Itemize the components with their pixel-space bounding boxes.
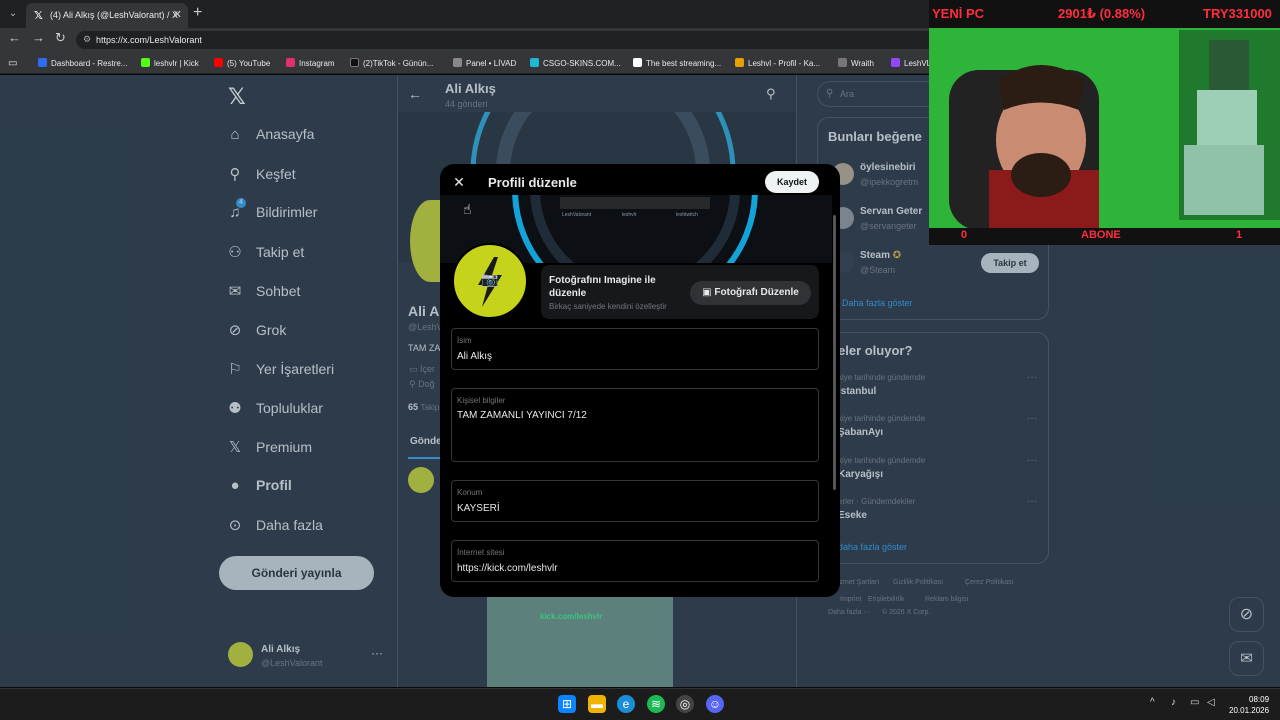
website-field-value[interactable]: https://kick.com/leshvlr (457, 563, 558, 574)
imagine-subtitle: Birkaç saniyede kendini özelleştir (549, 302, 667, 311)
bookmark-item[interactable]: Leshvl - Profil - Ka... (735, 58, 820, 68)
bookmark-item[interactable]: Instagram (286, 58, 335, 68)
bookmark-item[interactable]: leshvlr | Kick (141, 58, 199, 68)
tab-search-button[interactable]: ⌄ (4, 5, 22, 23)
modal-scrollbar[interactable] (833, 215, 836, 490)
windows-start-icon[interactable]: ⊞ (558, 695, 576, 713)
bookmark-item[interactable]: Panel • LİVAD (453, 58, 516, 68)
reload-icon[interactable]: ↻ (55, 30, 66, 46)
name-field-value[interactable]: Ali Alkış (457, 351, 492, 362)
bookmark-favicon-icon (735, 58, 744, 67)
bookmark-item[interactable]: (2)TikTok - Günün... (350, 58, 433, 68)
bio-field-label: Kişisel bilgiler (457, 396, 506, 405)
bio-field-value[interactable]: TAM ZAMANLI YAYINCI 7/12 (457, 410, 587, 421)
bookmark-item[interactable]: The best streaming... (633, 58, 721, 68)
bookmark-favicon-icon (530, 58, 539, 67)
website-field-label: İnternet sitesi (457, 548, 505, 557)
webcam-counter-left: 0 (961, 229, 968, 241)
name-field-label: İsim (457, 336, 472, 345)
close-icon[interactable]: ✕ (450, 173, 468, 191)
webcam-label-right: TRY331000 (1203, 6, 1272, 21)
url-text: https://x.com/LeshValorant (96, 35, 202, 45)
bookmark-item[interactable]: LeshVL (891, 58, 931, 68)
webcam-label-mid: 2901₺ (0.88%) (1058, 6, 1146, 21)
address-bar[interactable]: ⚙ https://x.com/LeshValorant (76, 31, 936, 49)
clock-date: 20.01.2026 (1229, 706, 1270, 715)
spotify-icon[interactable]: ≋ (647, 695, 665, 713)
bio-field[interactable] (451, 388, 819, 462)
location-field[interactable] (451, 480, 819, 522)
location-field-value[interactable]: KAYSERİ (457, 503, 500, 514)
clock-time: 08:09 (1249, 695, 1270, 704)
webcam-counter-label: ABONE (1081, 229, 1121, 241)
bookmark-item[interactable]: Dashboard - Restre... (38, 58, 127, 68)
bookmark-apps-icon[interactable]: ▭ (8, 58, 17, 69)
back-arrow-icon[interactable]: ← (8, 30, 21, 45)
banner-label: leshtwitch (676, 212, 698, 218)
camera-icon[interactable]: 📷 (481, 271, 498, 288)
discord-icon[interactable]: ☺ (706, 695, 724, 713)
tab-close-icon[interactable]: ✕ (173, 8, 182, 21)
image-edit-icon: ▣ (702, 287, 715, 298)
webcam-label-left: YENİ PC (932, 6, 985, 21)
webcam-overlay (929, 0, 1280, 245)
bookmark-favicon-icon (214, 58, 223, 67)
bookmark-favicon-icon (891, 58, 900, 67)
banner-label: LeshValorant (562, 212, 592, 218)
webcam-counter-right: 1 (1236, 229, 1243, 241)
file-explorer-icon[interactable]: ▬ (588, 695, 606, 713)
name-field[interactable] (451, 328, 819, 370)
browser-tab-active[interactable]: 𝕏 (4) Ali Alkış (@LeshValorant) / X ✕ (26, 3, 188, 28)
microphone-icon[interactable]: ♪ (1171, 697, 1176, 708)
modal-title: Profili düzenle (488, 175, 577, 190)
bookmark-favicon-icon (453, 58, 462, 67)
bookmark-favicon-icon (350, 58, 359, 67)
volume-icon[interactable]: ◁ (1207, 697, 1215, 708)
bookmark-item[interactable]: Wraith (838, 58, 874, 68)
edit-photo-button[interactable]: ▣ Fotoğrafı Düzenle (690, 281, 811, 305)
tab-title: (4) Ali Alkış (@LeshValorant) / X (50, 10, 179, 20)
windows-taskbar (0, 688, 1280, 720)
banner-label: leshvlr (622, 212, 637, 218)
bookmark-favicon-icon (838, 58, 847, 67)
website-field[interactable] (451, 540, 819, 582)
bookmark-favicon-icon (633, 58, 642, 67)
bookmark-favicon-icon (286, 58, 295, 67)
location-field-label: Konum (457, 488, 483, 497)
edge-icon[interactable]: e (617, 695, 635, 713)
bookmark-favicon-icon (141, 58, 150, 67)
save-button[interactable]: Kaydet (765, 171, 819, 193)
x-favicon-icon: 𝕏 (34, 10, 43, 22)
bookmark-item[interactable]: CSGO-SKINS.COM... (530, 58, 621, 68)
new-tab-button[interactable]: + (193, 4, 202, 22)
taskbar-clock[interactable]: 08:09 20.01.2026 (1229, 694, 1269, 716)
bookmark-favicon-icon (38, 58, 47, 67)
app-icon[interactable]: ◎ (676, 695, 694, 713)
forward-arrow-icon[interactable]: → (32, 30, 45, 45)
webcam-scene (929, 0, 1280, 245)
tray-chevron-icon[interactable]: ^ (1150, 697, 1155, 708)
site-info-icon[interactable]: ⚙ (83, 34, 91, 45)
network-icon[interactable]: ▭ (1190, 697, 1199, 708)
mouse-cursor-icon: ☝ (463, 201, 472, 217)
imagine-title: Fotoğrafını Imagine ile düzenle (549, 275, 656, 299)
bookmark-item[interactable]: (5) YouTube (214, 58, 270, 68)
